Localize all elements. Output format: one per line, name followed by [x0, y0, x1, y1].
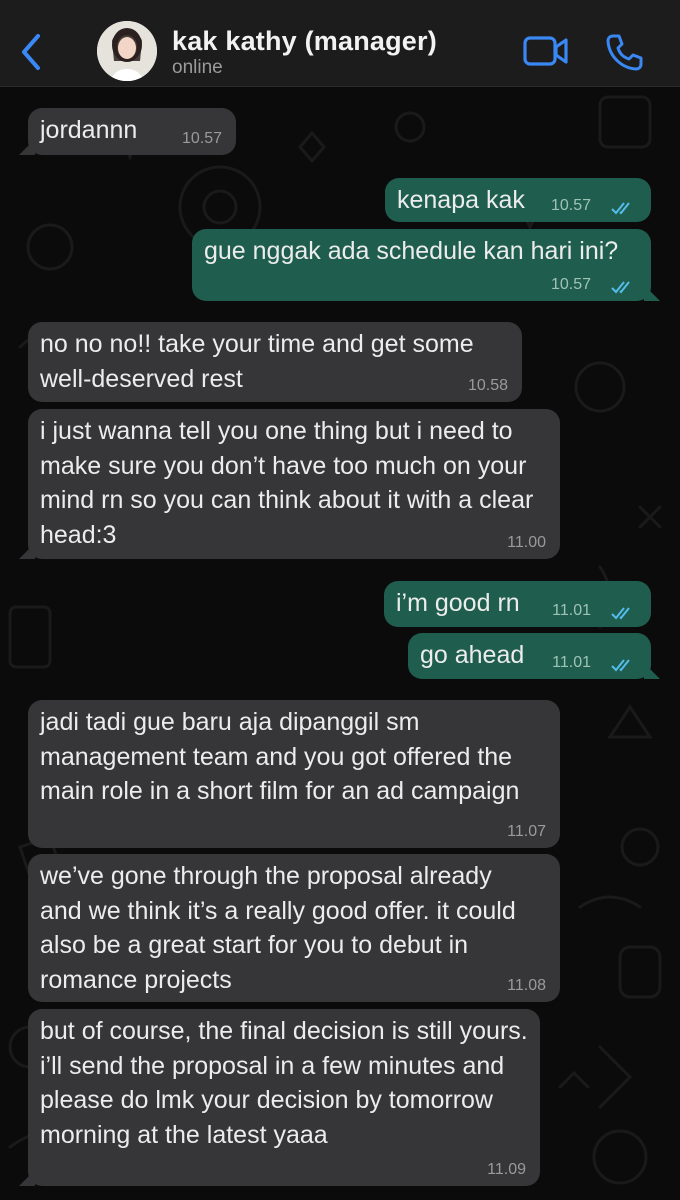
chevron-left-icon — [22, 34, 40, 70]
contact-name[interactable]: kak kathy (manager) — [172, 26, 437, 57]
message-text: gue nggak ada schedule kan hari ini? — [204, 237, 619, 265]
double-check-icon — [611, 607, 630, 620]
message-text: we’ve gone through the proposal already … — [40, 862, 516, 994]
message-text: but of course, the final decision is sti… — [40, 1017, 528, 1149]
message-time: 11.00 — [507, 534, 546, 551]
incoming-message[interactable]: i just wanna tell you one thing but i ne… — [19, 409, 560, 559]
message-time: 10.58 — [467, 377, 508, 394]
incoming-message[interactable]: jordannn 10.57 — [19, 108, 236, 155]
message-time: 10.57 — [550, 197, 591, 214]
double-check-icon — [611, 281, 630, 294]
message-time: 10.57 — [550, 276, 591, 293]
phone-icon — [606, 34, 643, 71]
message-time: 11.01 — [552, 654, 591, 671]
double-check-icon — [611, 659, 630, 672]
contact-status: online — [172, 57, 223, 78]
outgoing-message[interactable]: i’m good rn 11.01 — [384, 581, 651, 627]
back-button[interactable] — [14, 30, 50, 74]
avatar[interactable] — [97, 21, 157, 81]
message-text: i’m good rn — [396, 589, 520, 617]
double-check-icon — [611, 202, 630, 215]
message-text: jadi tadi gue baru aja dipanggil sm mana… — [40, 708, 520, 805]
voice-call-button[interactable] — [604, 32, 644, 72]
avatar-image — [97, 21, 157, 81]
outgoing-message[interactable]: kenapa kak 10.57 — [385, 178, 651, 222]
incoming-message[interactable]: but of course, the final decision is sti… — [19, 1009, 540, 1186]
message-time: 11.09 — [487, 1161, 526, 1178]
outgoing-message[interactable]: gue nggak ada schedule kan hari ini? 10.… — [192, 229, 660, 301]
message-text: no no no!! take your time and get some w… — [40, 330, 474, 393]
video-camera-icon — [523, 36, 568, 66]
message-time: 11.01 — [552, 602, 591, 619]
outgoing-message[interactable]: go ahead 11.01 — [408, 633, 660, 679]
incoming-message[interactable]: no no no!! take your time and get some w… — [28, 322, 522, 402]
message-time: 11.07 — [507, 823, 546, 840]
chat-header: kak kathy (manager) online — [0, 0, 680, 87]
video-call-button[interactable] — [522, 33, 570, 69]
message-time: 10.57 — [181, 130, 222, 147]
message-time: 11.08 — [507, 977, 546, 994]
message-text: kenapa kak — [397, 186, 525, 214]
incoming-message[interactable]: jadi tadi gue baru aja dipanggil sm mana… — [28, 700, 560, 848]
message-text: go ahead — [420, 641, 525, 669]
message-text: i just wanna tell you one thing but i ne… — [40, 417, 534, 549]
message-list[interactable]: jordannn 10.57 kenapa kak 10.57 gue ngga… — [0, 87, 680, 1200]
incoming-message[interactable]: we’ve gone through the proposal already … — [28, 854, 560, 1002]
